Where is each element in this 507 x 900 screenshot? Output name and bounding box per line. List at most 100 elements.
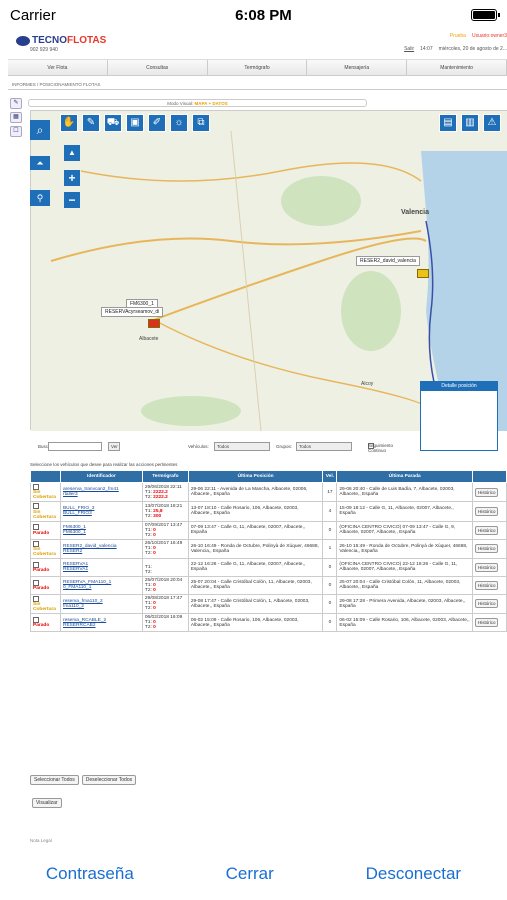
location-icon[interactable]: ⚲	[30, 190, 50, 206]
breadcrumb: INFORMES / POSICIONAMIENTO FLOTAS	[8, 82, 507, 90]
doc-icon[interactable]: ☐	[10, 126, 22, 137]
thermo-cell: 07/09/2017 13:47 T1: 0 T2: 0	[141, 520, 189, 540]
vehicle-link-alt[interactable]: RESER2	[63, 549, 140, 554]
table-row[interactable]: Sin Cobertura RESER2_david_valencia RESER2…	[30, 538, 507, 559]
table-row[interactable]: Parado reserva_RCABLE_2 RESERRCAB2 06/02/20…	[30, 613, 507, 633]
t2-value: 0	[153, 532, 156, 538]
col-termografo: Termógrafo	[141, 470, 189, 483]
search-icon[interactable]: ⌕	[30, 120, 50, 140]
history-button[interactable]: Histórico	[474, 506, 499, 516]
prueba-label: Prueba	[449, 33, 466, 39]
password-button[interactable]: Contraseña	[46, 864, 134, 884]
nav-mensajeria[interactable]: Mensajería	[307, 60, 408, 75]
hand-icon[interactable]: ✋	[60, 114, 78, 132]
vehicle-link-alt[interactable]: RESERRCAB2	[63, 623, 140, 628]
vehiculos-label: Vehículos:	[188, 444, 209, 449]
history-button[interactable]: Histórico	[474, 525, 499, 535]
vehicle-link-alt[interactable]: 0_FMA110_1	[63, 585, 140, 590]
vehicle-link-alt[interactable]: fma110_2	[63, 604, 140, 609]
car-icon[interactable]: ⛟	[104, 114, 122, 132]
zoom-out-button[interactable]: −	[64, 192, 80, 208]
table-row[interactable]: Sin Cobertura BULL_FRIO_3 BULL_FRIO3 13/07/…	[30, 501, 507, 522]
history-button[interactable]: Histórico	[474, 544, 499, 554]
deselect-all-button[interactable]: Deseleccionar Todos	[81, 775, 137, 785]
vehicle-icon[interactable]: ▣	[126, 114, 144, 132]
identifier-cell: FM6300_1 FM6300_1	[59, 520, 143, 540]
window-icon[interactable]: ⧉	[192, 114, 210, 132]
speed-cell: 0	[322, 520, 338, 540]
thermo-cell: 06/02/2018 16:09 T1: 0 T2: 0	[141, 613, 189, 633]
legal-note[interactable]: Nota Legal	[30, 838, 52, 843]
row-checkbox[interactable]	[33, 561, 39, 568]
history-cell: Histórico	[471, 520, 507, 540]
close-button[interactable]: Cerrar	[226, 864, 274, 884]
road-icon[interactable]: ⏶	[30, 156, 50, 170]
row-checkbox[interactable]	[33, 524, 39, 531]
popup-reserva[interactable]: RESERVAcyrseamov_di	[101, 307, 164, 317]
map[interactable]: Valencia Albacete Alcoy RESER2_david_val…	[30, 110, 507, 451]
grupos-select[interactable]: Todos	[296, 442, 352, 451]
vehicle-link-alt[interactable]: BULL_FRIO3	[63, 511, 140, 516]
history-button[interactable]: Histórico	[474, 487, 499, 497]
vehiculos-select[interactable]: Todos	[214, 442, 270, 451]
bus-icon[interactable]: ▥	[461, 114, 479, 132]
row-select-cell: Sin Cobertura	[30, 538, 61, 559]
vehicle-link-alt[interactable]: RESERVA1	[63, 567, 140, 572]
row-checkbox[interactable]	[33, 540, 39, 547]
history-button[interactable]: Histórico	[474, 580, 499, 590]
row-checkbox[interactable]	[33, 503, 39, 510]
thermo-date: 29/08/2018 17:47	[144, 596, 183, 602]
vehicle-link-alt[interactable]: FM6300_1	[63, 530, 140, 535]
status-label: Parado	[33, 585, 50, 591]
nav-ver-flota[interactable]: Ver Flota	[8, 60, 108, 75]
book-icon[interactable]: ▤	[439, 114, 457, 132]
nav-termografo[interactable]: Termógrafo	[208, 60, 308, 75]
last-stop-cell: 15-09 18:12 - Calle G, 11, Albacete, 020…	[336, 501, 473, 522]
search-input[interactable]	[48, 442, 102, 451]
ver-button[interactable]: Ver	[108, 442, 120, 451]
col-actions	[471, 470, 507, 483]
row-checkbox[interactable]	[33, 579, 39, 586]
history-cell: Histórico	[471, 575, 507, 595]
table-row[interactable]: Parado FM6300_1 FM6300_1 07/09/2017 13:47 T1…	[30, 520, 507, 540]
position-cell: 06-02 15:09 - Calle Rosario, 106, Albace…	[187, 613, 324, 633]
sun-icon[interactable]: ☼	[170, 114, 188, 132]
map-right-toolbar: ▤ ▥ ⚠	[439, 114, 501, 132]
warning-icon[interactable]: ⚠	[483, 114, 501, 132]
col-ultima-parada: Última Parada	[336, 470, 473, 483]
report-icon[interactable]: ✎	[10, 98, 22, 109]
speed-cell: 0	[322, 557, 338, 577]
nav-consultas[interactable]: Consultas	[108, 60, 208, 75]
logout-link[interactable]: Salir	[404, 46, 414, 52]
compass-icon[interactable]: ▲	[64, 145, 80, 161]
last-stop-cell: 29-06 20:40 - Calle de Luis Badía, 7, Al…	[336, 481, 473, 503]
table-row[interactable]: Parado RESERVA1 RESERVA1 T1: T2: 22-12 16:2…	[30, 557, 507, 577]
visualizar-button[interactable]: Visualizar	[32, 798, 62, 808]
row-select-cell: Parado	[30, 575, 61, 595]
popup-reser2[interactable]: RESER2_david_valencia	[356, 256, 420, 266]
last-stop-cell: 06-02 15:09 - Calle Rosario, 106, Albace…	[336, 613, 473, 633]
row-checkbox[interactable]	[33, 595, 39, 602]
pen-icon[interactable]: ✐	[148, 114, 166, 132]
thermo-cell: 25/07/2018 20:04 T1: 0 T2: 0	[141, 575, 189, 595]
thermo-date: 25/07/2018 20:04	[144, 577, 183, 583]
status-bar: Carrier 6:08 PM	[0, 0, 507, 30]
map-icon[interactable]: ▦	[10, 112, 22, 123]
select-all-button[interactable]: Seleccionar Todos	[30, 775, 79, 785]
history-button[interactable]: Histórico	[474, 618, 499, 628]
nav-mantenimiento[interactable]: Mantenimiento	[407, 60, 507, 75]
truck-icon[interactable]	[417, 269, 429, 278]
row-select-cell: Parado	[30, 557, 61, 577]
history-button[interactable]: Histórico	[474, 562, 499, 572]
table-row[interactable]: Sin Cobertura reserva_fma110_2 fma110_2 29/…	[30, 593, 507, 615]
truck-icon[interactable]	[148, 319, 160, 328]
history-button[interactable]: Histórico	[474, 599, 499, 609]
visual-mode[interactable]: Modo Visual: MAPA + DATOS	[28, 99, 367, 107]
table-row[interactable]: Sin Cobertura areserva_tranvcan2_fm41 rtal…	[30, 481, 507, 503]
pencil-icon[interactable]: ✎	[82, 114, 100, 132]
table-row[interactable]: Parado RESERVA_FMA110_1 0_FMA110_1 25/07/20…	[30, 575, 507, 595]
disconnect-button[interactable]: Desconectar	[366, 864, 461, 884]
status-label: Sin Cobertura	[33, 490, 56, 501]
zoom-in-button[interactable]: +	[64, 170, 80, 186]
vehicle-link-alt[interactable]: rtaller3	[63, 492, 140, 497]
